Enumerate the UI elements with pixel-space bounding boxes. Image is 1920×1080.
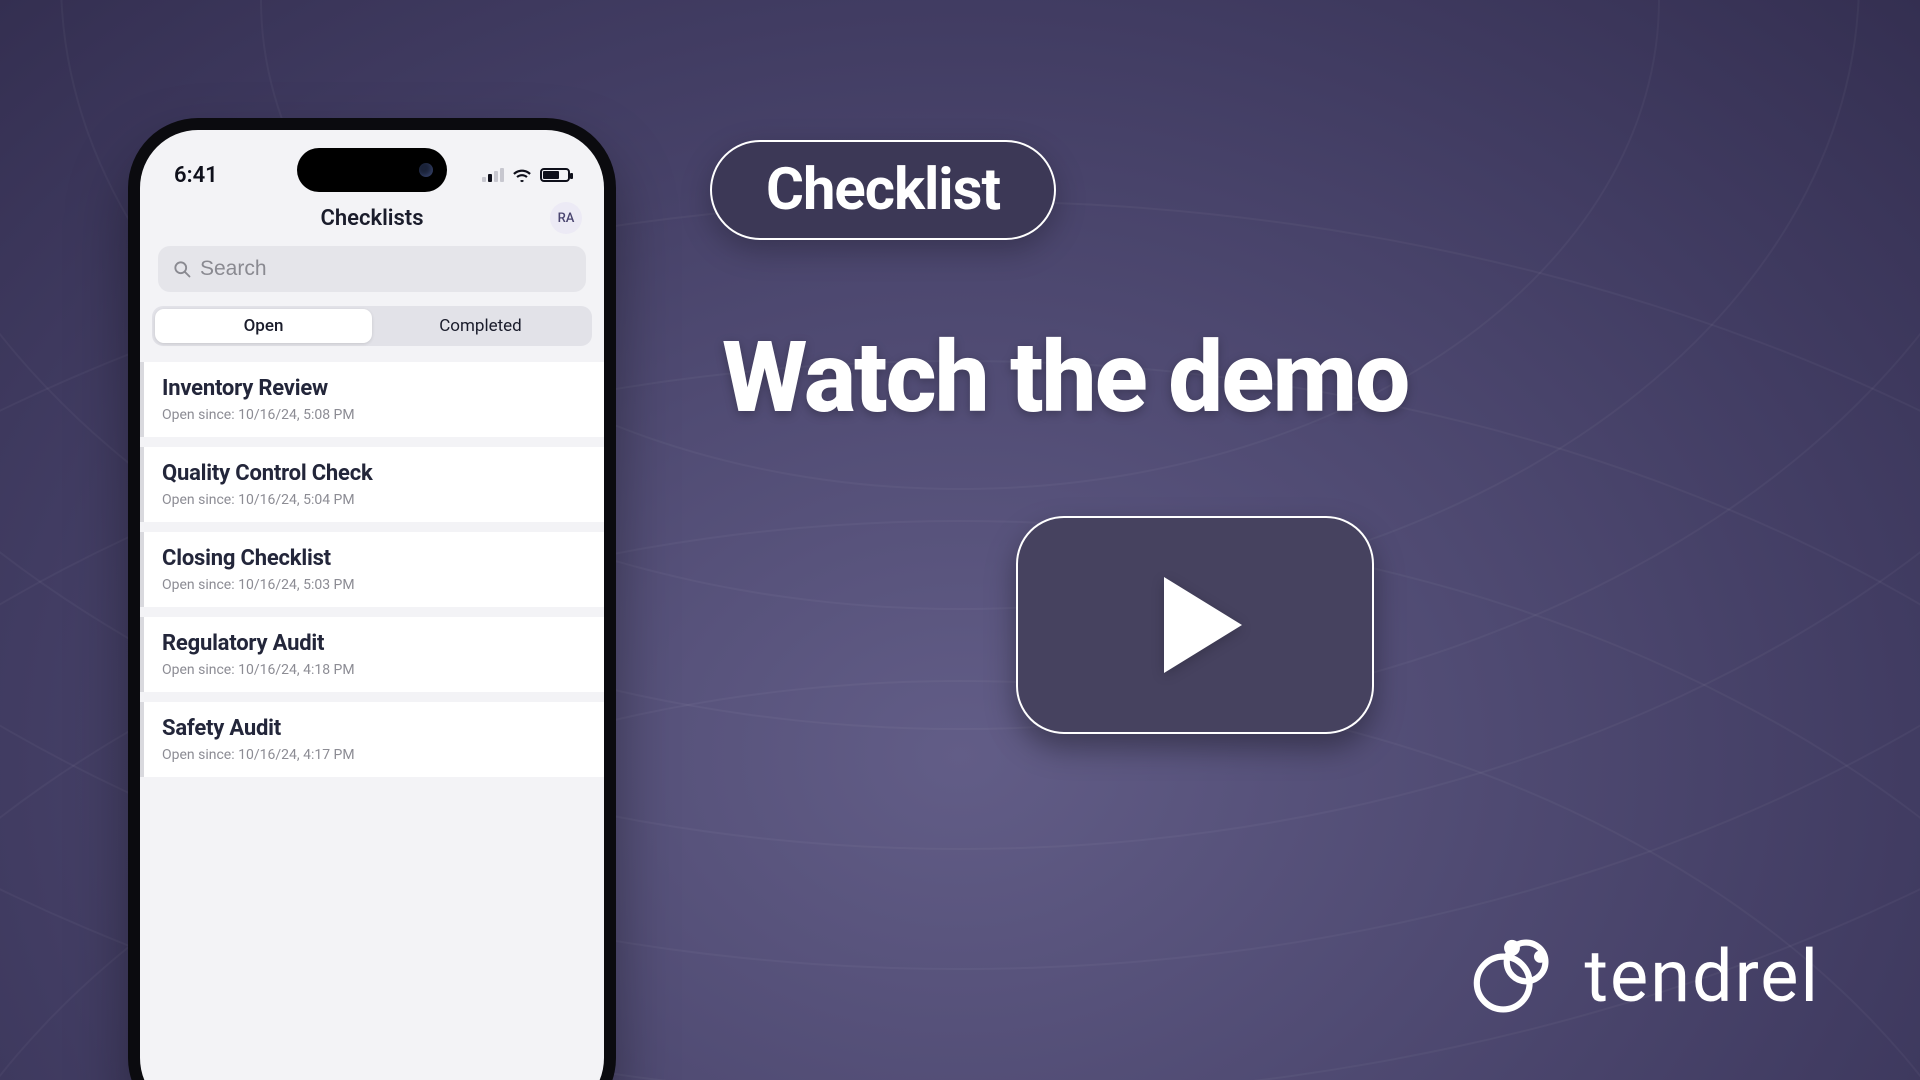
list-item-title: Regulatory Audit [162, 631, 586, 656]
app-header: Checklists RA [140, 206, 604, 231]
search-input[interactable] [158, 246, 586, 292]
list-item[interactable]: Closing Checklist Open since: 10/16/24, … [140, 532, 604, 607]
list-item-title: Quality Control Check [162, 461, 586, 486]
search-field[interactable] [200, 257, 572, 281]
list-item-subtitle: Open since: 10/16/24, 5:08 PM [162, 407, 586, 423]
device-screen: 6:41 Checklists RA [140, 130, 604, 1080]
list-item-title: Inventory Review [162, 376, 586, 401]
promo-canvas: 6:41 Checklists RA [0, 0, 1920, 1080]
category-pill-label: Checklist [766, 156, 1000, 224]
camera-icon [419, 163, 433, 177]
tab-completed-label: Completed [439, 316, 522, 336]
promo-headline: Watch the demo [722, 320, 1408, 435]
device-frame: 6:41 Checklists RA [128, 118, 616, 1080]
list-item-subtitle: Open since: 10/16/24, 5:04 PM [162, 492, 586, 508]
play-button[interactable] [1016, 516, 1374, 734]
brand-logo-icon [1468, 932, 1556, 1020]
list-item-title: Closing Checklist [162, 546, 586, 571]
search-icon [172, 259, 192, 279]
list-item-subtitle: Open since: 10/16/24, 4:17 PM [162, 747, 586, 763]
list-item[interactable]: Inventory Review Open since: 10/16/24, 5… [140, 362, 604, 437]
checklist-list: Inventory Review Open since: 10/16/24, 5… [140, 362, 604, 1080]
page-title: Checklists [320, 206, 423, 231]
battery-icon [540, 168, 570, 182]
play-icon [1164, 577, 1242, 673]
tabs: Open Completed [152, 306, 592, 346]
tab-open-label: Open [244, 316, 284, 336]
dynamic-island [297, 148, 447, 192]
status-right [482, 167, 570, 183]
category-pill: Checklist [710, 140, 1056, 240]
list-item-subtitle: Open since: 10/16/24, 4:18 PM [162, 662, 586, 678]
signal-icon [482, 168, 504, 182]
brand-name: tendrel [1584, 934, 1820, 1019]
wifi-icon [512, 167, 532, 183]
list-item[interactable]: Regulatory Audit Open since: 10/16/24, 4… [140, 617, 604, 692]
avatar[interactable]: RA [550, 202, 582, 234]
status-time: 6:41 [174, 163, 218, 188]
tab-completed[interactable]: Completed [372, 309, 589, 343]
brand: tendrel [1468, 932, 1820, 1020]
search-wrap [158, 246, 586, 292]
list-item[interactable]: Quality Control Check Open since: 10/16/… [140, 447, 604, 522]
list-item-title: Safety Audit [162, 716, 586, 741]
segmented-control: Open Completed [152, 306, 592, 346]
avatar-initials: RA [558, 211, 575, 226]
tab-open[interactable]: Open [155, 309, 372, 343]
list-item[interactable]: Safety Audit Open since: 10/16/24, 4:17 … [140, 702, 604, 777]
list-item-subtitle: Open since: 10/16/24, 5:03 PM [162, 577, 586, 593]
